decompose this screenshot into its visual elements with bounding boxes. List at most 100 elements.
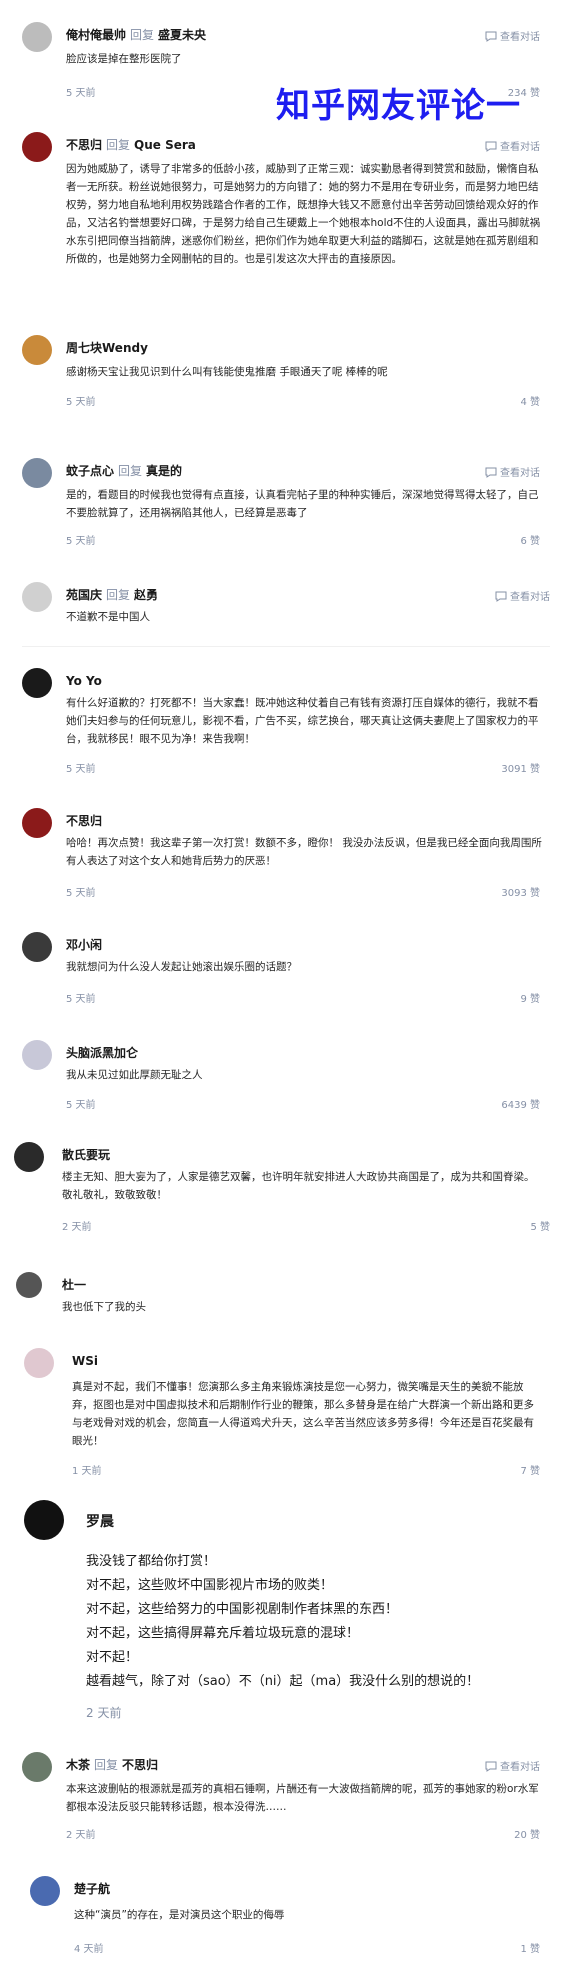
comment-text: 我从未见过如此厚颜无耻之人	[66, 1069, 203, 1081]
comment-author[interactable]: 周七块Wendy	[66, 341, 148, 355]
comment-header: 楚子航	[74, 1881, 110, 1897]
comment-text: 我没钱了都给你打赏！ 对不起，这些败坏中国影视片市场的败类！ 对不起，这些给努力…	[86, 1550, 542, 1694]
comment-header: 不思归 回复 Que Sera	[66, 137, 196, 153]
comment-author[interactable]: WSi	[72, 1354, 98, 1368]
view-conversation-link[interactable]: 查看对话	[485, 138, 540, 153]
avatar[interactable]	[22, 1040, 52, 1070]
view-conversation-label: 查看对话	[500, 468, 540, 479]
comment-line: 越看越气，除了对（sao）不（ni）起（ma）我没什么别的想说的！	[86, 1674, 480, 1689]
reply-to-author[interactable]: Que Sera	[134, 138, 196, 152]
comment-time: 4 天前	[74, 1944, 104, 1955]
view-conversation-link[interactable]: 查看对话	[485, 1758, 540, 1773]
comment-header: Yo Yo	[66, 673, 102, 689]
reply-word: 回复	[106, 138, 131, 152]
avatar[interactable]	[22, 668, 52, 698]
comment-author[interactable]: 楚子航	[74, 1882, 110, 1896]
like-count[interactable]: 3093 赞	[501, 884, 540, 899]
comment-author[interactable]: 木茶	[66, 1758, 90, 1772]
avatar[interactable]	[24, 1500, 64, 1540]
comment-line: 对不起，这些败坏中国影视片市场的败类！	[86, 1578, 334, 1593]
comment-author[interactable]: 蚊子点心	[66, 464, 114, 478]
comment-text: 这种“演员”的存在，是对演员这个职业的侮辱	[74, 1909, 285, 1921]
comment-text: 因为她威胁了，诱导了非常多的低龄小孩，威胁到了正常三观：诚实勤恳者得到赞赏和鼓励…	[66, 163, 541, 265]
comment-time: 5 天前	[66, 1100, 96, 1111]
comment-header: 周七块Wendy	[66, 340, 148, 356]
like-count[interactable]: 20 赞	[514, 1826, 540, 1841]
comment-text: 楼主无知、胆大妄为了，人家是德艺双馨，也许明年就安排进人大政协共商国是了，成为共…	[62, 1171, 535, 1201]
comment-item: 罗晨 我没钱了都给你打赏！ 对不起，这些败坏中国影视片市场的败类！ 对不起，这些…	[0, 1500, 572, 1730]
view-conversation-link[interactable]: 查看对话	[485, 464, 540, 479]
comment-item: WSi 真是对不起，我们不懂事！您演那么多主角来锻炼演技是您一心努力，微笑嘴是天…	[0, 1348, 572, 1478]
comment-text: 哈哈！再次点赞！我这辈子第一次打赏！数额不多，瞪你！ 我没办法反讽，但是我已经全…	[66, 837, 542, 867]
view-conversation-label: 查看对话	[500, 1762, 540, 1773]
comment-author[interactable]: 俺村俺最帅	[66, 28, 126, 42]
avatar[interactable]	[22, 132, 52, 162]
avatar[interactable]	[24, 1348, 54, 1378]
like-count[interactable]: 7 赞	[520, 1462, 540, 1477]
avatar[interactable]	[16, 1272, 42, 1298]
reply-word: 回复	[94, 1758, 119, 1772]
like-count[interactable]: 6439 赞	[501, 1096, 540, 1111]
avatar[interactable]	[22, 22, 52, 52]
chat-bubble-icon	[485, 1761, 497, 1772]
comment-author[interactable]: 邓小闲	[66, 938, 102, 952]
avatar[interactable]	[22, 335, 52, 365]
reply-to-author[interactable]: 真是的	[146, 464, 182, 478]
comment-author[interactable]: 苑国庆	[66, 588, 102, 602]
comment-header: 邓小闲	[66, 937, 102, 953]
avatar[interactable]	[14, 1142, 44, 1172]
comment-header: 木茶 回复 不思归	[66, 1757, 158, 1773]
avatar[interactable]	[22, 932, 52, 962]
comment-item: 楚子航 这种“演员”的存在，是对演员这个职业的侮辱 4 天前 1 赞	[0, 1876, 572, 1966]
divider	[22, 646, 550, 647]
like-count[interactable]: 1 赞	[520, 1940, 540, 1955]
reply-to-author[interactable]: 不思归	[122, 1758, 158, 1772]
avatar[interactable]	[30, 1876, 60, 1906]
comment-time: 2 天前	[66, 1830, 96, 1841]
comment-item: 杜一 我也低下了我的头	[0, 1272, 572, 1332]
comment-text: 有什么好道歉的？打死都不！当大家蠢！既冲她这种仗着自己有钱有资源打压自媒体的德行…	[66, 697, 539, 745]
comment-time: 5 天前	[66, 536, 96, 547]
comment-item: 邓小闲 我就想问为什么没人发起让她滚出娱乐圈的话题？ 5 天前 9 赞	[0, 932, 572, 1012]
comment-time: 1 天前	[72, 1466, 102, 1477]
comment-author[interactable]: 不思归	[66, 138, 102, 152]
view-conversation-label: 查看对话	[510, 592, 550, 603]
view-conversation-link[interactable]: 查看对话	[495, 588, 550, 603]
like-count[interactable]: 6 赞	[520, 532, 540, 547]
comment-header: 俺村俺最帅 回复 盛夏未央	[66, 27, 206, 43]
avatar[interactable]	[22, 458, 52, 488]
like-count[interactable]: 3091 赞	[501, 760, 540, 775]
comment-text: 真是对不起，我们不懂事！您演那么多主角来锻炼演技是您一心努力，微笑嘴是天生的美貌…	[72, 1381, 534, 1447]
avatar[interactable]	[22, 808, 52, 838]
chat-bubble-icon	[485, 141, 497, 152]
avatar[interactable]	[22, 582, 52, 612]
comment-author[interactable]: 杜一	[62, 1278, 86, 1292]
reply-word: 回复	[106, 588, 131, 602]
comment-header: WSi	[72, 1353, 98, 1369]
comment-item: 蚊子点心 回复 真是的 查看对话 是的，看题目的时候我也觉得有点直接，认真看完帖子里…	[0, 458, 572, 558]
view-conversation-label: 查看对话	[500, 142, 540, 153]
comment-author[interactable]: 不思归	[66, 814, 102, 828]
comment-author[interactable]: 散氏要玩	[62, 1148, 110, 1162]
avatar[interactable]	[22, 1752, 52, 1782]
chat-bubble-icon	[485, 467, 497, 478]
like-count[interactable]: 9 赞	[520, 990, 540, 1005]
comment-line: 对不起！	[86, 1650, 139, 1665]
like-count[interactable]: 234 赞	[508, 84, 540, 99]
view-conversation-label: 查看对话	[500, 32, 540, 43]
reply-to-author[interactable]: 盛夏未央	[158, 28, 206, 42]
like-count[interactable]: 5 赞	[530, 1218, 550, 1233]
comment-item: 木茶 回复 不思归 查看对话 本来这波删帖的根源就是孤芳的真相石锤啊，片酬还有一大波…	[0, 1752, 572, 1852]
comment-time: 5 天前	[66, 888, 96, 899]
view-conversation-link[interactable]: 查看对话	[485, 28, 540, 43]
comment-item: 俺村俺最帅 回复 盛夏未央 查看对话 脸应该是掉在整形医院了 5 天前 234 赞	[0, 22, 572, 112]
reply-to-author[interactable]: 赵勇	[134, 588, 158, 602]
comment-author[interactable]: 头脑派黑加仑	[66, 1046, 138, 1060]
like-count[interactable]: 4 赞	[520, 393, 540, 408]
comment-header: 罗晨	[86, 1514, 114, 1530]
comment-line: 对不起，这些搞得屏幕充斥着垃圾玩意的混球！	[86, 1626, 360, 1641]
comment-author[interactable]: Yo Yo	[66, 674, 102, 688]
reply-word: 回复	[130, 28, 155, 42]
comment-item: 散氏要玩 楼主无知、胆大妄为了，人家是德艺双馨，也许明年就安排进人大政协共商国是…	[0, 1142, 572, 1242]
comment-author[interactable]: 罗晨	[86, 1514, 114, 1530]
